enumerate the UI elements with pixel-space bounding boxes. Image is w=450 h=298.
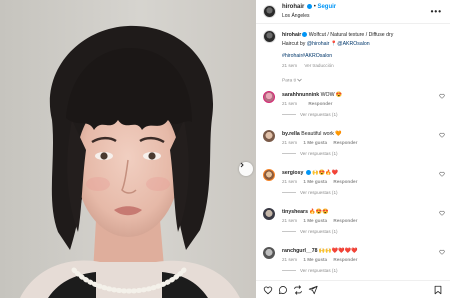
post-author: hirohair • Seguir bbox=[282, 4, 336, 10]
verified-icon bbox=[307, 4, 313, 9]
view-replies-button[interactable]: Ver respuestas (1) bbox=[282, 151, 338, 156]
like-icon[interactable] bbox=[263, 285, 273, 295]
view-replies-label: Ver respuestas (1) bbox=[300, 190, 338, 195]
chevron-down-icon bbox=[297, 78, 303, 82]
translate-button[interactable]: Ver traducción bbox=[304, 63, 333, 68]
repost-icon[interactable] bbox=[293, 285, 303, 295]
comment-likes[interactable]: 1 Me gusta bbox=[303, 179, 327, 184]
comment-likes[interactable]: 1 Me gusta bbox=[303, 257, 327, 262]
bookmark-icon[interactable] bbox=[433, 285, 443, 295]
divider bbox=[282, 231, 296, 233]
heart-icon[interactable] bbox=[439, 249, 445, 255]
comment-username[interactable]: sarahhnunnink bbox=[282, 92, 319, 98]
caption-line1: Wolfcut / Natural texture / Diffuse dry bbox=[307, 32, 394, 38]
mention-link[interactable]: @hirohair bbox=[307, 41, 330, 47]
comment-meta: 21 sem 1 Me gusta Responder bbox=[282, 179, 362, 184]
view-replies-button[interactable]: Ver respuestas (1) bbox=[282, 112, 338, 117]
comment-username[interactable]: sergiosy bbox=[282, 170, 303, 176]
comment-text: by.rella Beautiful work 🧡 bbox=[282, 131, 342, 137]
divider bbox=[282, 192, 296, 194]
chevron-right-icon bbox=[240, 162, 244, 168]
reply-button[interactable]: Responder bbox=[308, 101, 332, 106]
avatar[interactable] bbox=[263, 130, 275, 142]
comment-item: sarahhnunnink WOW 😍 21 sem Responder Ver… bbox=[256, 89, 450, 119]
divider bbox=[282, 153, 296, 155]
comment-time: 21 sem bbox=[282, 140, 298, 145]
view-replies-label: Ver respuestas (1) bbox=[300, 151, 338, 156]
comment-username[interactable]: ranchgurl__78 bbox=[282, 248, 317, 254]
comment-time: 21 sem bbox=[282, 257, 298, 262]
next-photo-button[interactable] bbox=[239, 162, 253, 176]
action-bar bbox=[256, 280, 450, 298]
caption-line2-prefix: Haircut by bbox=[282, 40, 307, 47]
reply-button[interactable]: Responder bbox=[333, 257, 357, 262]
comment-time: 21 sem bbox=[282, 218, 298, 223]
comment-meta: 21 sem Responder bbox=[282, 101, 337, 106]
comment-time: 21 sem bbox=[282, 179, 298, 184]
verified-icon bbox=[305, 170, 311, 176]
comment-username[interactable]: tinyshears bbox=[282, 209, 308, 215]
comment-body: 🙌😍🔥❤️ bbox=[312, 170, 339, 176]
comment-icon[interactable] bbox=[278, 285, 288, 295]
avatar[interactable] bbox=[263, 208, 275, 220]
view-replies-button[interactable]: Ver respuestas (1) bbox=[282, 268, 338, 273]
avatar[interactable] bbox=[263, 5, 276, 18]
comment-body: Beautiful work 🧡 bbox=[301, 131, 342, 137]
comment-likes[interactable]: 1 Me gusta bbox=[303, 218, 327, 223]
reply-button[interactable]: Responder bbox=[333, 218, 357, 223]
comment-item: sergiosy 🙌😍🔥❤️ 21 sem 1 Me gusta Respond… bbox=[256, 167, 450, 197]
view-replies-button[interactable]: Ver respuestas (1) bbox=[282, 190, 338, 195]
caption-meta: 21 sem Ver traducción bbox=[282, 63, 340, 68]
for-you-label[interactable]: Para ti bbox=[282, 78, 303, 84]
heart-icon[interactable] bbox=[439, 93, 445, 99]
post-details-panel: hirohair • Seguir Los Ángeles ••• hiroha… bbox=[256, 0, 450, 298]
view-replies-label: Ver respuestas (1) bbox=[300, 229, 338, 234]
divider bbox=[282, 114, 296, 116]
post-image bbox=[0, 0, 256, 298]
view-replies-button[interactable]: Ver respuestas (1) bbox=[282, 229, 338, 234]
post-header: hirohair • Seguir Los Ángeles ••• bbox=[256, 0, 450, 24]
comment-item: by.rella Beautiful work 🧡 21 sem 1 Me gu… bbox=[256, 128, 450, 158]
share-icon[interactable] bbox=[308, 285, 318, 295]
more-options-icon[interactable]: ••• bbox=[431, 7, 442, 16]
follow-button[interactable]: Seguir bbox=[317, 4, 336, 10]
comment-text: ranchgurl__78 🙌🙌❤️❤️❤️❤️ bbox=[282, 248, 358, 254]
comment-meta: 21 sem 1 Me gusta Responder bbox=[282, 257, 362, 262]
comment-likes[interactable]: 1 Me gusta bbox=[303, 140, 327, 145]
view-replies-label: Ver respuestas (1) bbox=[300, 268, 338, 273]
comment-body: WOW 😍 bbox=[320, 92, 343, 98]
comment-text: sarahhnunnink WOW 😍 bbox=[282, 92, 342, 98]
portrait-photo bbox=[0, 0, 256, 298]
author-username[interactable]: hirohair bbox=[282, 4, 304, 10]
avatar[interactable] bbox=[263, 247, 275, 259]
post-location[interactable]: Los Ángeles bbox=[282, 13, 310, 19]
comment-item: tinyshears 🔥😍😍 21 sem 1 Me gusta Respond… bbox=[256, 206, 450, 236]
comment-body: 🙌🙌❤️❤️❤️❤️ bbox=[318, 248, 358, 254]
heart-icon[interactable] bbox=[439, 132, 445, 138]
caption-username[interactable]: hirohair bbox=[282, 32, 301, 38]
heart-icon[interactable] bbox=[439, 171, 445, 177]
reply-button[interactable]: Responder bbox=[333, 140, 357, 145]
comment-meta: 21 sem 1 Me gusta Responder bbox=[282, 140, 362, 145]
comment-item: ranchgurl__78 🙌🙌❤️❤️❤️❤️ 21 sem 1 Me gus… bbox=[256, 245, 450, 275]
comment-username[interactable]: by.rella bbox=[282, 131, 300, 137]
caption-text: hirohair Wolfcut / Natural texture / Dif… bbox=[282, 31, 444, 48]
separator: • bbox=[313, 4, 316, 11]
comment-body: 🔥😍😍 bbox=[309, 209, 329, 215]
caption-time: 21 sem bbox=[282, 63, 298, 68]
avatar[interactable] bbox=[263, 91, 275, 103]
avatar[interactable] bbox=[263, 169, 275, 181]
reply-button[interactable]: Responder bbox=[333, 179, 357, 184]
hashtags-link[interactable]: #hirohair#AKROsalon bbox=[282, 53, 332, 59]
mention-link[interactable]: @AKROsalon bbox=[337, 41, 369, 47]
heart-icon[interactable] bbox=[439, 210, 445, 216]
comment-text: sergiosy 🙌😍🔥❤️ bbox=[282, 170, 338, 176]
comment-meta: 21 sem 1 Me gusta Responder bbox=[282, 218, 362, 223]
comment-text: tinyshears 🔥😍😍 bbox=[282, 209, 329, 215]
avatar[interactable] bbox=[263, 30, 276, 43]
view-replies-label: Ver respuestas (1) bbox=[300, 112, 338, 117]
for-you-text: Para ti bbox=[282, 78, 296, 84]
divider bbox=[282, 270, 296, 272]
comment-time: 21 sem bbox=[282, 101, 298, 106]
